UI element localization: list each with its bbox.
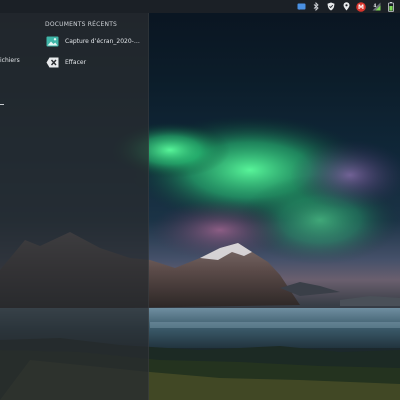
application-menu: ichiers DOCUMENTS RÉCENTS Capture d’écra… xyxy=(0,13,149,400)
network-icon[interactable]: 4 xyxy=(371,2,381,12)
bluetooth-icon[interactable] xyxy=(311,2,321,12)
recent-document-item[interactable]: Capture d’écran_2020-… xyxy=(45,34,140,48)
security-shield-icon[interactable] xyxy=(326,2,336,12)
mail-icon[interactable]: M xyxy=(356,1,366,12)
clear-recent-label: Effacer xyxy=(65,58,87,66)
clear-icon xyxy=(45,56,59,68)
system-tray: M 4 xyxy=(296,1,396,12)
image-file-icon xyxy=(45,35,59,47)
battery-icon[interactable] xyxy=(386,1,396,12)
svg-text:M: M xyxy=(358,4,364,11)
location-pin-icon[interactable] xyxy=(341,2,351,12)
places-item-files-partial[interactable]: ichiers xyxy=(0,57,20,64)
clear-recent-button[interactable]: Effacer xyxy=(45,55,86,69)
recent-document-label: Capture d’écran_2020-… xyxy=(65,37,140,45)
menu-separator xyxy=(0,104,4,105)
top-panel: M 4 xyxy=(0,0,400,13)
svg-text:4: 4 xyxy=(373,3,376,8)
notification-icon[interactable] xyxy=(296,2,306,12)
recent-documents-heading: DOCUMENTS RÉCENTS xyxy=(45,21,118,28)
